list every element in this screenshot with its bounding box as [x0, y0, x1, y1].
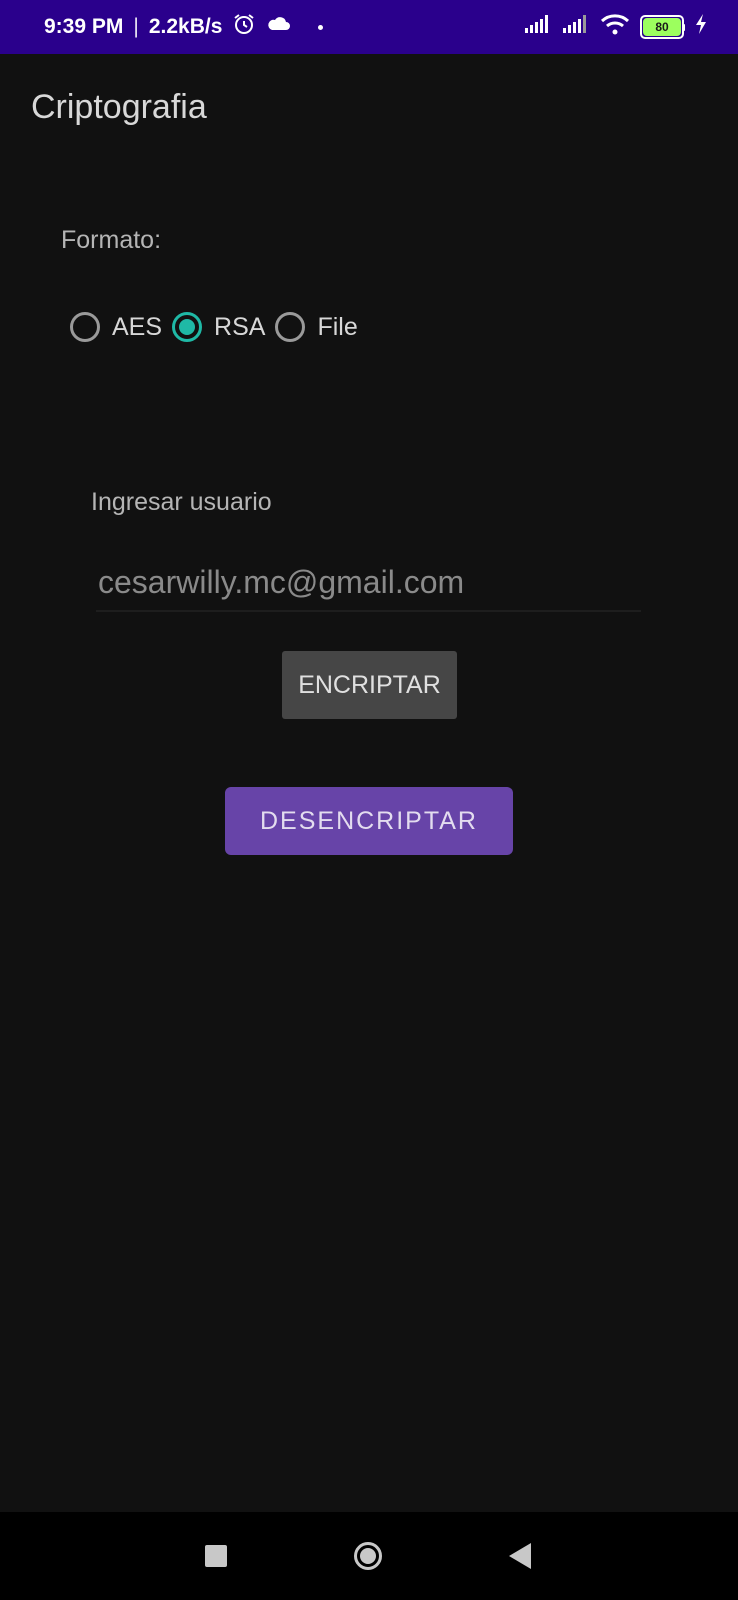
user-label: Ingresar usuario — [91, 488, 272, 516]
radio-option-file[interactable]: File — [275, 312, 358, 342]
alarm-icon — [232, 12, 256, 42]
home-button[interactable] — [348, 1512, 388, 1600]
radio-button-aes[interactable] — [70, 312, 100, 342]
signal-icon — [524, 14, 552, 40]
recents-square-icon — [205, 1545, 227, 1567]
network-speed: 2.2kB/s — [148, 15, 223, 38]
wifi-icon — [600, 13, 630, 41]
radio-label-rsa: RSA — [214, 312, 266, 341]
format-radio-group: AES RSA File — [70, 312, 368, 342]
radio-label-aes: AES — [112, 312, 163, 341]
back-button[interactable] — [500, 1512, 540, 1600]
decrypt-button[interactable]: DESENCRIPTAR — [225, 787, 513, 855]
status-bar: 9:39 PM | 2.2kB/s 80 — [0, 0, 738, 54]
screen: 9:39 PM | 2.2kB/s 80 Criptografia Format… — [0, 0, 738, 1600]
navigation-bar — [0, 1512, 738, 1600]
status-separator: | — [133, 15, 139, 38]
format-label: Formato: — [61, 226, 162, 254]
radio-option-aes[interactable]: AES — [70, 312, 162, 342]
radio-label-file: File — [317, 312, 358, 341]
notification-dot — [318, 24, 324, 30]
back-triangle-icon — [509, 1543, 531, 1569]
radio-option-rsa[interactable]: RSA — [172, 312, 265, 342]
app-title: Criptografia — [31, 88, 207, 126]
cloud-icon — [266, 14, 292, 40]
battery-level: 80 — [643, 18, 685, 36]
radio-button-rsa[interactable] — [172, 312, 203, 342]
battery-icon: 80 — [640, 15, 685, 39]
status-right: 80 — [524, 13, 708, 41]
home-circle-icon — [354, 1542, 382, 1570]
recents-button[interactable] — [196, 1512, 236, 1600]
charging-icon — [694, 13, 708, 41]
status-left: 9:39 PM | 2.2kB/s — [44, 12, 324, 42]
status-time: 9:39 PM — [44, 15, 124, 38]
encrypt-button[interactable]: ENCRIPTAR — [282, 651, 457, 719]
user-email-input[interactable] — [96, 554, 641, 612]
signal-icon — [562, 14, 590, 40]
radio-button-file[interactable] — [275, 312, 306, 342]
